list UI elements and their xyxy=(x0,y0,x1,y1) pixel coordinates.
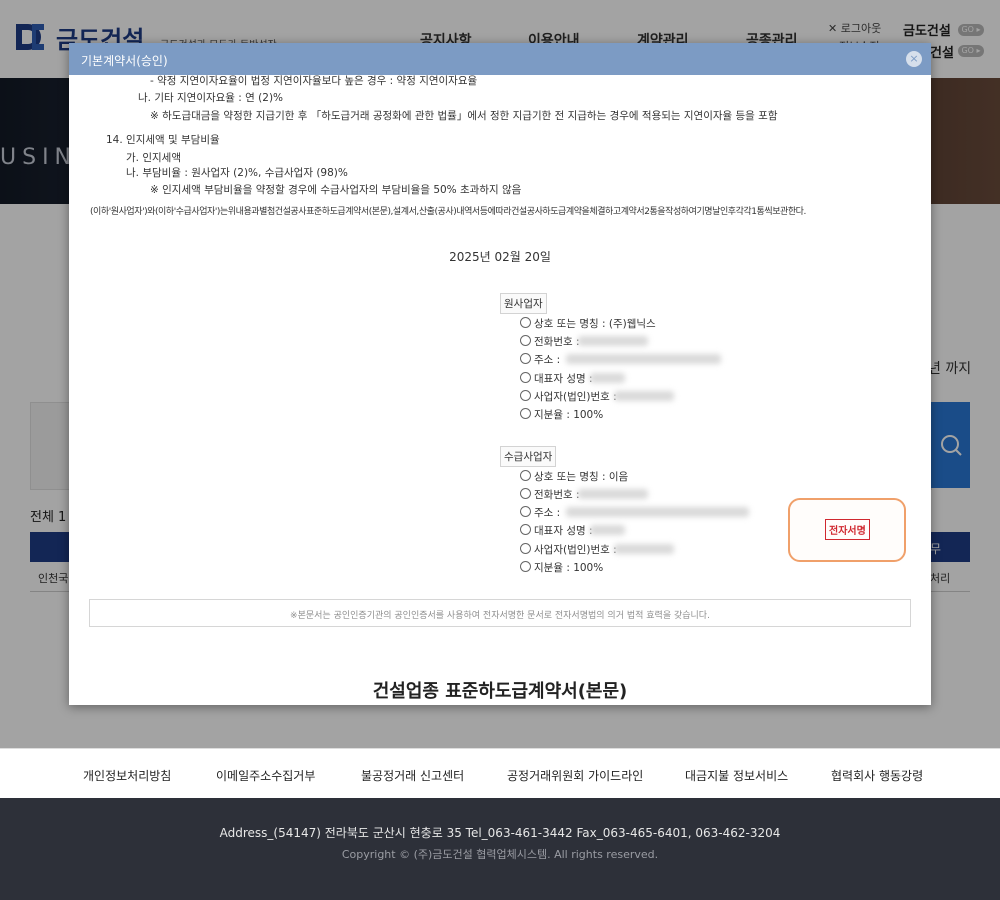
doc-line-3: ※ 하도급대금을 약정한 지급기한 후 「하도급거래 공정화에 관한 법률」에서… xyxy=(150,110,778,122)
radio-icon xyxy=(520,524,531,535)
principal-label: 원사업자 xyxy=(500,293,547,314)
redacted-value xyxy=(614,544,674,554)
sub-phone: 전화번호 : xyxy=(520,487,580,502)
sub-ceo: 대표자 성명 : xyxy=(520,523,593,538)
radio-icon xyxy=(520,353,531,364)
radio-icon xyxy=(520,561,531,572)
principal-address: 주소 : xyxy=(520,352,560,367)
modal-title: 기본계약서(승인) xyxy=(81,54,168,68)
principal-biz-no: 사업자(법인)번호 : xyxy=(520,389,617,404)
principal-phone: 전화번호 : xyxy=(520,334,580,349)
redacted-value xyxy=(614,391,674,401)
footer-link-payment[interactable]: 대금지불 정보서비스 xyxy=(685,767,788,784)
redacted-value xyxy=(566,507,749,517)
principal-share: 지분율 : 100% xyxy=(520,407,603,422)
footer-address: Address_(54147) 전라북도 군산시 현충로 35 Tel_063-… xyxy=(219,826,781,840)
legal-notice: ※본문서는 공인인증기관의 공인인증서를 사용하여 전자서명한 문서로 전자서명… xyxy=(290,611,710,621)
doc-line-7: ※ 인지세액 부담비율을 약정할 경우에 수급사업자의 부담비율을 50% 초과… xyxy=(150,184,522,196)
document-heading: 건설업종 표준하도급계약서(본문) xyxy=(372,681,628,702)
doc-line-6: 나. 부담비율 : 원사업자 (2)%, 수급사업자 (98)% xyxy=(126,167,348,179)
subcontractor-label: 수급사업자 xyxy=(500,446,557,467)
redacted-value xyxy=(590,525,625,535)
close-icon[interactable]: × xyxy=(906,51,922,67)
footer-copyright: Copyright © (주)금도건설 협력업체시스템. All rights … xyxy=(341,848,659,861)
footer-link-email[interactable]: 이메일주소수집거부 xyxy=(216,767,315,784)
contract-modal: 기본계약서(승인) × - 약정 지연이자요율이 법정 지연이자율보다 높은 경… xyxy=(69,43,931,705)
footer-link-report[interactable]: 불공정거래 신고센터 xyxy=(361,767,464,784)
doc-line-1: - 약정 지연이자요율이 법정 지연이자율보다 높은 경우 : 약정 지연이자요… xyxy=(150,75,478,87)
radio-icon xyxy=(520,390,531,401)
doc-line-4: 14. 인지세액 및 부담비율 xyxy=(106,134,220,146)
radio-icon xyxy=(520,408,531,419)
radio-icon xyxy=(520,372,531,383)
footer-link-guideline[interactable]: 공정거래위원회 가이드라인 xyxy=(507,767,643,784)
radio-icon xyxy=(520,543,531,554)
sub-name: 상호 또는 명칭 : 이음 xyxy=(520,469,628,484)
principal-name: 상호 또는 명칭 : (주)웹닉스 xyxy=(520,316,656,331)
contract-date: 2025년 02월 20일 xyxy=(449,250,551,264)
radio-icon xyxy=(520,317,531,328)
redacted-value xyxy=(566,354,721,364)
doc-line-8: (이하'원사업자')와(이하'수급사업자')는위내용과별첨건설공사표준하도급계약… xyxy=(90,207,806,217)
radio-icon xyxy=(520,506,531,517)
redacted-value xyxy=(578,489,648,499)
principal-ceo: 대표자 성명 : xyxy=(520,371,593,386)
redacted-value xyxy=(590,373,625,383)
sub-biz-no: 사업자(법인)번호 : xyxy=(520,542,617,557)
doc-line-2: 나. 기타 지연이자요율 : 연 (2)% xyxy=(138,92,284,104)
sub-share: 지분율 : 100% xyxy=(520,560,603,575)
radio-icon xyxy=(520,335,531,346)
radio-icon xyxy=(520,488,531,499)
footer-link-privacy[interactable]: 개인정보처리방침 xyxy=(83,767,171,784)
footer-link-conduct[interactable]: 협력회사 행동강령 xyxy=(831,767,923,784)
e-signature-stamp[interactable]: 전자서명 xyxy=(825,519,870,540)
modal-header xyxy=(69,43,931,75)
doc-line-5: 가. 인지세액 xyxy=(126,152,181,164)
redacted-value xyxy=(578,336,648,346)
sub-address: 주소 : xyxy=(520,505,560,520)
radio-icon xyxy=(520,470,531,481)
